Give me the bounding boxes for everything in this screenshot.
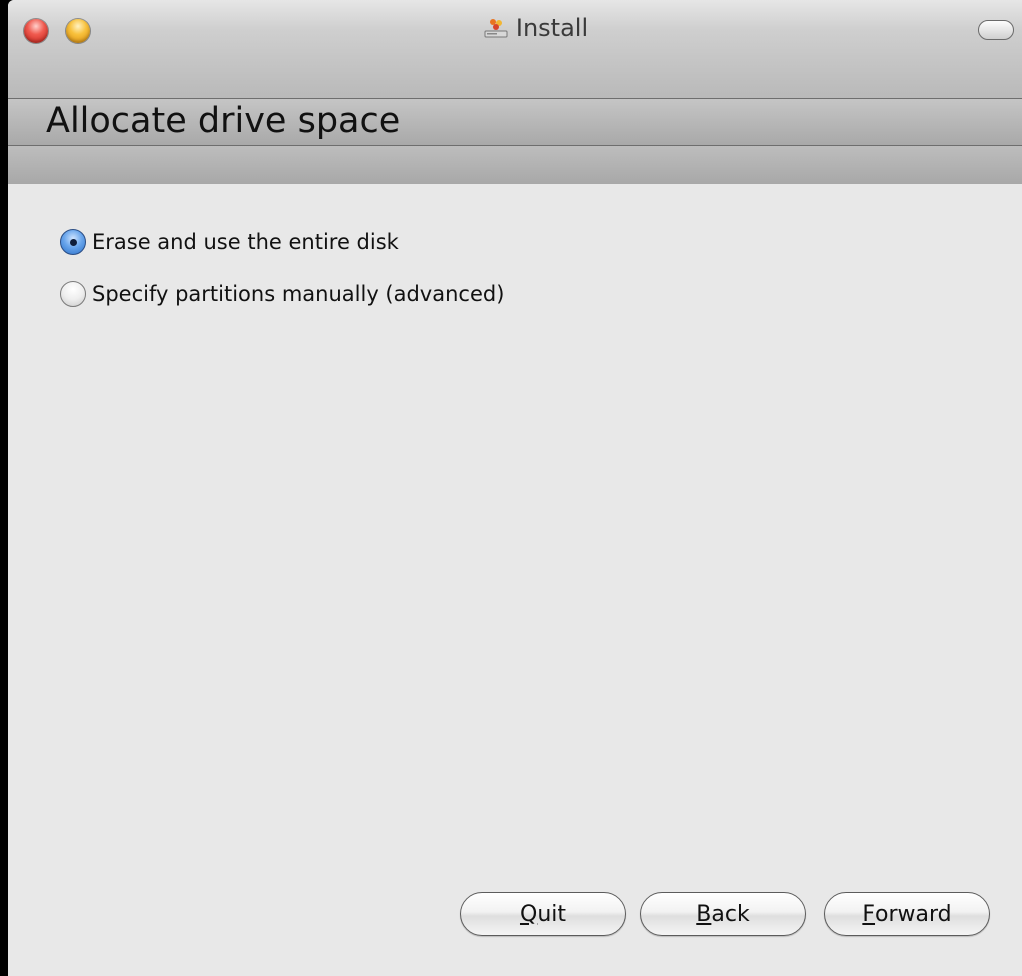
option-erase-entire-disk[interactable]: Erase and use the entire disk xyxy=(60,229,399,255)
back-mnemonic: B xyxy=(696,901,712,927)
header-divider xyxy=(8,146,1022,184)
back-button[interactable]: Back xyxy=(640,892,806,936)
option-label: Specify partitions manually (advanced) xyxy=(92,282,505,306)
option-label: Erase and use the entire disk xyxy=(92,230,399,254)
forward-mnemonic: F xyxy=(862,901,876,927)
page-header: Allocate drive space xyxy=(8,99,1022,146)
main-content: Erase and use the entire disk Specify pa… xyxy=(8,184,1022,976)
radio-unselected[interactable] xyxy=(60,281,86,307)
window-title-text: Install xyxy=(515,14,589,42)
button-bar: Quit Back Forward xyxy=(8,892,1022,938)
page-title: Allocate drive space xyxy=(46,101,401,141)
quit-label: uit xyxy=(537,901,566,927)
install-window: Install Allocate drive space Erase and u… xyxy=(8,0,1022,976)
forward-label: orward xyxy=(875,901,952,927)
quit-button[interactable]: Quit xyxy=(460,892,626,936)
back-label: ack xyxy=(711,901,750,927)
option-specify-partitions-manually[interactable]: Specify partitions manually (advanced) xyxy=(60,281,504,307)
radio-selected[interactable] xyxy=(60,229,86,255)
forward-button[interactable]: Forward xyxy=(824,892,990,936)
quit-mnemonic: Q xyxy=(519,901,538,927)
title-bar[interactable]: Install xyxy=(8,0,1022,99)
toolbar-toggle-button[interactable] xyxy=(978,20,1014,40)
installer-icon xyxy=(484,19,508,38)
window-title: Install xyxy=(8,14,1022,48)
